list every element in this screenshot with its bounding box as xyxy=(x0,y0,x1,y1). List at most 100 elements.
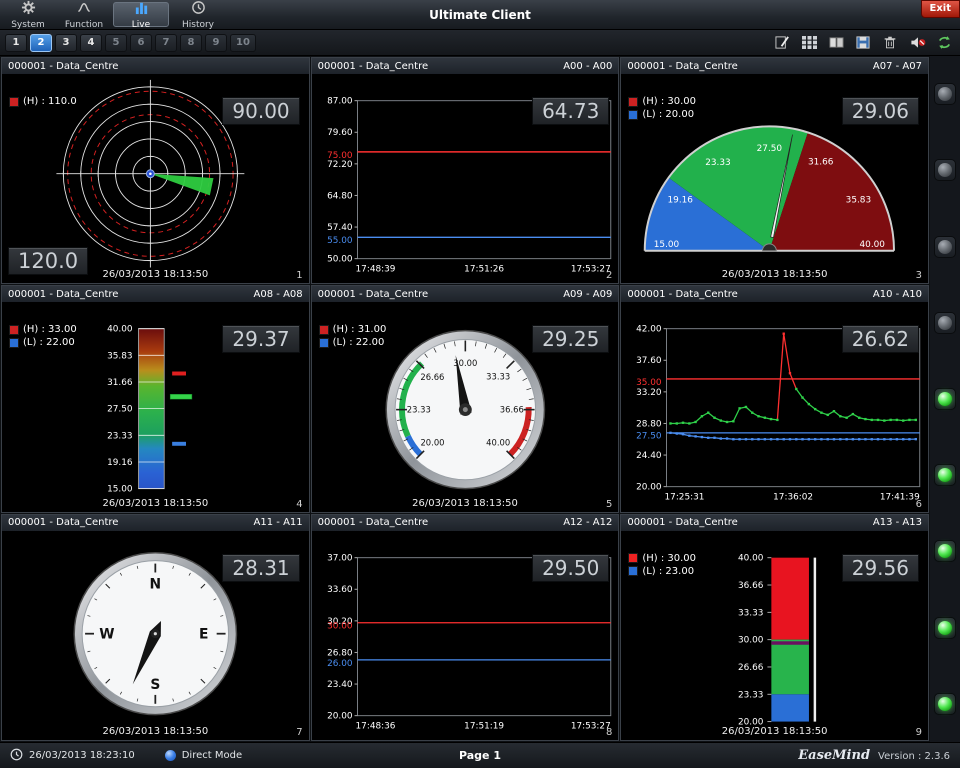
svg-text:26.66: 26.66 xyxy=(420,372,444,382)
trash-icon[interactable] xyxy=(879,33,901,53)
legend-item: (H) : 110.0 xyxy=(9,96,77,107)
svg-text:33.33: 33.33 xyxy=(738,608,763,618)
led-indicator-8[interactable] xyxy=(930,590,960,666)
panel-channel: A12 - A12 xyxy=(563,517,612,528)
legend-swatch xyxy=(9,325,19,335)
brand-logo: EaseMind xyxy=(798,748,870,763)
led-indicator-4[interactable] xyxy=(930,285,960,361)
svg-text:17:51:26: 17:51:26 xyxy=(464,264,504,274)
tab-10[interactable]: 10 xyxy=(230,34,256,52)
alarm-led-strip xyxy=(930,56,960,742)
legend-item: (H) : 30.00 xyxy=(628,96,696,107)
panel-index: 6 xyxy=(916,499,922,510)
status-right-group: EaseMind Version : 2.3.6 xyxy=(798,748,950,763)
led-indicator-3[interactable] xyxy=(930,208,960,284)
tab-6[interactable]: 6 xyxy=(130,34,152,52)
grid-icon[interactable] xyxy=(798,33,820,53)
svg-text:17:41:39: 17:41:39 xyxy=(880,493,920,503)
panel-legend: (H) : 33.00(L) : 22.00 xyxy=(9,324,77,348)
legend-item: (L) : 22.00 xyxy=(319,337,387,348)
panel-legend: (H) : 30.00(L) : 20.00 xyxy=(628,96,696,120)
tab-9[interactable]: 9 xyxy=(205,34,227,52)
svg-text:19.16: 19.16 xyxy=(668,195,694,205)
edit-icon[interactable] xyxy=(771,33,793,53)
svg-text:72.20: 72.20 xyxy=(327,160,353,170)
status-datetime: 26/03/2013 18:23:10 xyxy=(29,750,135,761)
save-icon[interactable] xyxy=(852,33,874,53)
panel-date: 26/03/2013 18:13:50 xyxy=(312,498,619,509)
led-indicator-1[interactable] xyxy=(930,56,960,132)
toolbar-button-function[interactable]: Function xyxy=(56,0,112,29)
toolbar-button-system[interactable]: System xyxy=(0,0,56,29)
svg-text:15.00: 15.00 xyxy=(654,240,680,250)
panel-header: 000001 - Data_Centre A11 - A11 xyxy=(2,515,309,532)
tab-4[interactable]: 4 xyxy=(80,34,102,52)
svg-text:42.00: 42.00 xyxy=(636,325,662,335)
legend-label: (H) : 33.00 xyxy=(23,324,77,335)
svg-text:W: W xyxy=(99,626,114,642)
panel-title: 000001 - Data_Centre xyxy=(318,289,428,300)
led-indicator-6[interactable] xyxy=(930,437,960,513)
tab-7[interactable]: 7 xyxy=(155,34,177,52)
toolbar-button-label: Function xyxy=(65,20,103,30)
panel-channel: A07 - A07 xyxy=(873,61,922,72)
led-indicator-5[interactable] xyxy=(930,361,960,437)
panel-channel: A10 - A10 xyxy=(873,289,922,300)
panel-5: 000001 - Data_Centre A09 - A09 20.0023.3… xyxy=(311,285,620,512)
panel-body: 15.0019.1623.3327.5031.6635.8340.00 (H) … xyxy=(621,75,928,283)
page-tabs: 12345678910 xyxy=(5,34,256,52)
led-bezel xyxy=(934,540,956,562)
led-bezel xyxy=(934,693,956,715)
led-lamp-icon xyxy=(938,240,952,254)
panel-grid: 000001 - Data_Centre (H) : 110.0 90.00 1… xyxy=(0,56,930,742)
action-icons xyxy=(771,33,955,53)
toolbar-button-history[interactable]: History xyxy=(170,0,226,29)
svg-text:27.50: 27.50 xyxy=(757,144,783,154)
led-lamp-icon xyxy=(938,544,952,558)
led-indicator-7[interactable] xyxy=(930,513,960,589)
led-lamp-icon xyxy=(938,163,952,177)
legend-swatch xyxy=(319,338,329,348)
panel-title: 000001 - Data_Centre xyxy=(318,517,428,528)
exit-button[interactable]: Exit xyxy=(921,0,960,18)
svg-text:17:48:39: 17:48:39 xyxy=(355,264,395,274)
panel-1: 000001 - Data_Centre (H) : 110.0 90.00 1… xyxy=(1,57,310,284)
panel-header: 000001 - Data_Centre xyxy=(2,58,309,75)
panel-date: 26/03/2013 18:13:50 xyxy=(621,269,928,280)
toolbar-button-live[interactable]: Live xyxy=(113,2,169,27)
value-display: 26.62 xyxy=(842,325,919,353)
toolbar-button-label: Live xyxy=(132,20,150,30)
panel-body: 37.0033.6030.2026.8023.4020.0030.0026.00… xyxy=(312,532,619,740)
legend-swatch xyxy=(628,97,638,107)
legend-swatch xyxy=(9,97,19,107)
led-indicator-9[interactable] xyxy=(930,666,960,742)
tab-5[interactable]: 5 xyxy=(105,34,127,52)
legend-swatch xyxy=(628,110,638,120)
led-bezel xyxy=(934,83,956,105)
alarm-icon[interactable] xyxy=(906,33,928,53)
led-bezel xyxy=(934,388,956,410)
tab-3[interactable]: 3 xyxy=(55,34,77,52)
panel-channel: A09 - A09 xyxy=(563,289,612,300)
clock-icon xyxy=(191,0,206,19)
panel-body: 20.0023.3326.6630.0033.3336.6640.00 (H) … xyxy=(312,303,619,511)
page-tab-bar: 12345678910 xyxy=(0,30,960,56)
led-lamp-icon xyxy=(938,87,952,101)
panel-index: 7 xyxy=(296,727,302,738)
svg-text:31.66: 31.66 xyxy=(808,158,834,168)
panel-3: 000001 - Data_Centre A07 - A07 15.00 19.1… xyxy=(620,57,929,284)
led-indicator-2[interactable] xyxy=(930,132,960,208)
panel-date: 26/03/2013 18:13:50 xyxy=(2,726,309,737)
panel-title: 000001 - Data_Centre xyxy=(627,61,737,72)
tab-8[interactable]: 8 xyxy=(180,34,202,52)
sync-icon[interactable] xyxy=(933,33,955,53)
panel-title: 000001 - Data_Centre xyxy=(8,61,118,72)
book-icon[interactable] xyxy=(825,33,847,53)
led-lamp-icon xyxy=(938,697,952,711)
status-mode: Direct Mode xyxy=(182,750,242,761)
tab-1[interactable]: 1 xyxy=(5,34,27,52)
svg-text:64.80: 64.80 xyxy=(327,191,353,201)
led-bezel xyxy=(934,159,956,181)
legend-label: (H) : 110.0 xyxy=(23,96,77,107)
tab-2[interactable]: 2 xyxy=(30,34,52,52)
